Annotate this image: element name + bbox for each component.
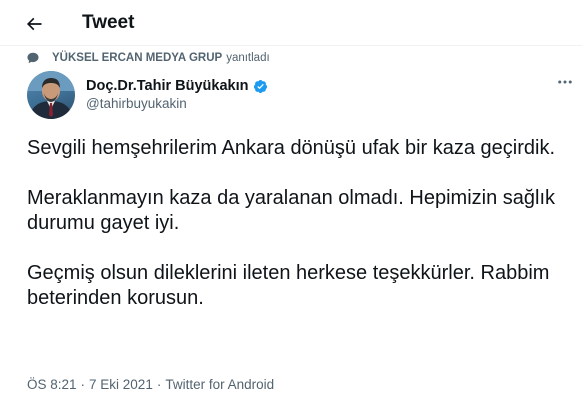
tweet-time[interactable]: ÖS 8:21 bbox=[27, 377, 77, 392]
author-name[interactable]: Doç.Dr.Tahir Büyükakın bbox=[86, 78, 249, 94]
meta-separator: · bbox=[156, 376, 162, 392]
top-bar: Tweet bbox=[0, 0, 582, 46]
tweet-text: Sevgili hemşehrilerim Ankara dönüşü ufak… bbox=[27, 136, 567, 311]
more-dots-icon bbox=[558, 80, 572, 84]
back-arrow-icon bbox=[26, 17, 42, 31]
tweet-page: Tweet YÜKSEL ERCAN MEDYA GRUP yanıtladı … bbox=[0, 0, 582, 404]
tweet-paragraph: Meraklanmayın kaza da yaralanan olmadı. … bbox=[27, 187, 556, 234]
tweet-date[interactable]: 7 Eki 2021 bbox=[89, 377, 153, 392]
tweet-source[interactable]: Twitter for Android bbox=[165, 377, 274, 392]
reply-context[interactable]: YÜKSEL ERCAN MEDYA GRUP yanıtladı bbox=[26, 50, 270, 66]
tweet-meta: ÖS 8:21 · 7 Eki 2021 · Twitter for Andro… bbox=[27, 375, 274, 393]
reply-account-name: YÜKSEL ERCAN MEDYA GRUP bbox=[52, 52, 223, 64]
tweet-paragraph: Geçmiş olsun dileklerini ileten herkese … bbox=[27, 262, 550, 309]
tweet-paragraph: Sevgili hemşehrilerim Ankara dönüşü ufak… bbox=[27, 137, 556, 159]
more-options-button[interactable] bbox=[553, 70, 577, 94]
author-avatar[interactable] bbox=[27, 71, 75, 119]
reply-bubble-icon bbox=[26, 51, 41, 66]
author-handle[interactable]: @tahirbuyukakin bbox=[86, 96, 187, 111]
author-name-row[interactable]: Doç.Dr.Tahir Büyükakın bbox=[86, 76, 268, 96]
page-title: Tweet bbox=[82, 12, 135, 33]
reply-suffix: yanıtladı bbox=[226, 52, 270, 64]
back-button[interactable] bbox=[20, 10, 48, 38]
verified-badge-icon bbox=[253, 79, 268, 94]
meta-separator: · bbox=[80, 376, 86, 392]
